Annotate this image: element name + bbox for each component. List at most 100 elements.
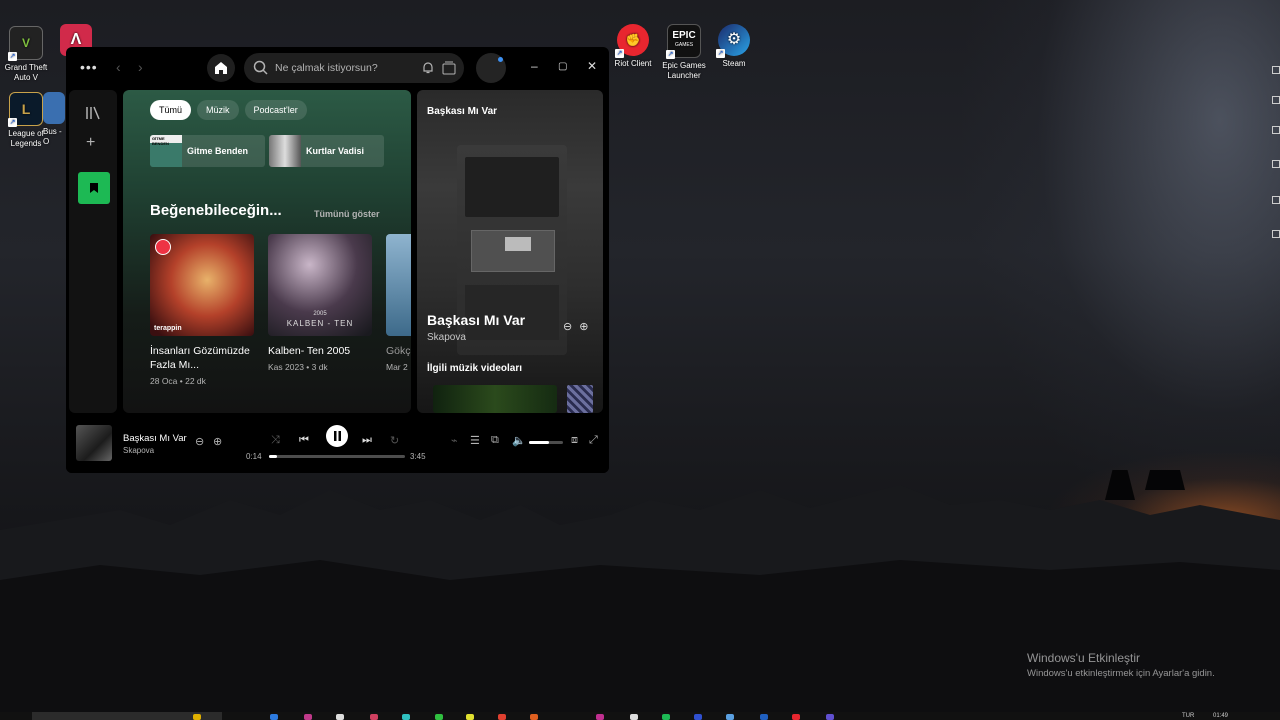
section-title[interactable]: Beğenebileceğin... [150,202,282,219]
card-item[interactable]: terappin İnsanları Gözümüzde Fazla Mı...… [150,234,254,386]
bookmark-icon [90,183,98,193]
taskbar-app-icon[interactable] [726,714,734,720]
lol-icon: L ↗ [8,92,43,127]
taskbar-app-icon[interactable] [530,714,538,720]
player-artist[interactable]: Skapova [123,446,154,455]
desktop-edge-icon [1272,96,1280,104]
show-all-link[interactable]: Tümünü göster [314,209,380,219]
menu-dots-icon[interactable]: ••• [80,59,98,75]
volume-icon[interactable]: 🔈 [512,434,526,447]
taskbar-app-icon[interactable] [596,714,604,720]
profile-avatar[interactable] [476,53,506,83]
mountain-silhouette [0,470,1280,720]
create-plus-icon[interactable]: + [86,134,95,152]
epic-icon: EPIC GAMES ↗ [666,24,701,59]
taskbar-app-icon[interactable] [498,714,506,720]
card-cover: 2005 KALBEN - TEN [268,234,372,336]
quick-title: Gitme Benden [187,146,249,156]
add-to-library-icon[interactable]: ⊕ [579,321,588,333]
desktop-edge-icon [1272,160,1280,168]
quick-item-kurtlar-vadisi[interactable]: Kurtlar Vadisi [269,135,384,167]
progress-bar[interactable] [269,455,405,458]
hide-song-icon[interactable]: ⊖ [563,321,572,333]
taskbar-app-icon[interactable] [370,714,378,720]
spotify-window: ••• ‹ › Ne çalmak istiyorsun? – ▢ ✕ + Tü… [66,47,609,473]
home-button[interactable] [207,54,235,82]
search-icon [253,60,268,75]
taskbar-app-icon[interactable] [792,714,800,720]
desktop-icon-label: Steam [722,59,746,68]
chip-all[interactable]: Tümü [150,100,192,120]
desktop-icon-label: Grand Theft Auto V [4,63,48,82]
duration-time: 3:45 [410,452,426,461]
taskbar-app-icon[interactable] [466,714,474,720]
taskbar-app-icon[interactable] [435,714,443,720]
card-cover: terappin [150,234,254,336]
desktop-edge-icon [1272,66,1280,74]
panel-controls: ⊖ ⊕ [563,320,589,333]
related-video-thumb[interactable] [567,385,593,413]
taskbar-app-icon[interactable] [336,714,344,720]
activation-title: Windows'u Etkinleştir [1027,651,1140,665]
taskbar-app-icon[interactable] [630,714,638,720]
browse-icon[interactable] [442,61,458,75]
taskbar-app-icon[interactable] [193,714,201,720]
quick-title: Kurtlar Vadisi [306,146,365,156]
forward-arrow-icon[interactable]: › [138,59,143,75]
desktop-icon-bus[interactable]: Bus - O [43,92,65,147]
taskbar-app-icon[interactable] [694,714,702,720]
now-playing-artist[interactable]: Skapova [427,332,466,343]
library-icon[interactable] [85,105,101,121]
queue-icon[interactable]: ☰ [470,434,480,447]
close-button[interactable]: ✕ [587,59,597,73]
filter-chips: Tümü Müzik Podcast'ler [150,100,307,120]
now-playing-header: Başkası Mı Var [427,106,498,117]
related-video-thumb[interactable] [433,385,557,413]
player-cover[interactable] [76,425,112,461]
card-title: Kalben- Ten 2005 [268,345,351,357]
taskbar-app-icon[interactable] [304,714,312,720]
volume-slider[interactable] [529,441,563,444]
notification-dot [498,57,503,62]
previous-track-icon[interactable]: ⏮ [299,434,309,447]
spotify-taskbar-icon[interactable] [662,714,670,720]
next-track-icon[interactable]: ⏭ [362,434,372,447]
taskbar-app-icon[interactable] [270,714,278,720]
desktop-edge-icon [1272,126,1280,134]
volume-fill [529,441,550,444]
search-input[interactable]: Ne çalmak istiyorsun? [275,62,378,74]
tray-language[interactable]: TUR [1182,713,1194,719]
chip-music[interactable]: Müzik [197,100,239,120]
desktop-icon-steam[interactable]: ⚙ ↗ Steam [704,24,764,69]
tray-clock[interactable]: 01:49 [1213,713,1228,719]
taskbar-app-icon[interactable] [760,714,768,720]
now-playing-title[interactable]: Başkası Mı Var [427,312,525,328]
home-icon [215,62,227,74]
repeat-icon[interactable]: ↻ [390,434,399,447]
card-item[interactable]: Gökçe Yıldız Mar 2 [386,234,411,372]
desktop-icon-label: Riot Client [614,59,652,68]
notification-bell-icon[interactable] [422,61,434,74]
pause-button[interactable] [326,425,348,447]
minimize-button[interactable]: – [531,59,538,73]
title-bar: ••• ‹ › Ne çalmak istiyorsun? – ▢ ✕ [66,47,609,89]
connect-device-icon[interactable]: ⧉ [491,434,499,447]
mini-player-icon[interactable]: ⧈ [571,434,578,447]
add-to-library-icon[interactable]: ⊕ [213,435,222,448]
shuffle-icon[interactable]: ⤨ [271,434,280,447]
card-item[interactable]: 2005 KALBEN - TEN Kalben- Ten 2005 Kas 2… [268,234,372,372]
lyrics-icon[interactable]: ⌁ [451,434,458,447]
quick-item-gitme-benden[interactable]: GİTME BENDEN Gitme Benden [150,135,265,167]
player-track-title[interactable]: Başkası Mı Var [123,433,187,444]
taskbar-app-icon[interactable] [402,714,410,720]
chip-podcasts[interactable]: Podcast'ler [244,100,307,120]
taskbar-app-icon[interactable] [826,714,834,720]
hide-song-icon[interactable]: ⊖ [195,435,204,448]
back-arrow-icon[interactable]: ‹ [116,59,121,75]
fullscreen-icon[interactable]: ⤢ [589,434,598,447]
maximize-button[interactable]: ▢ [558,61,567,72]
saved-episodes-item[interactable] [78,172,110,204]
card-cover [386,234,411,336]
riot-icon: ✊ ↗ [615,24,649,58]
activation-subtitle: Windows'u etkinleştirmek için Ayarlar'a … [1027,668,1215,679]
